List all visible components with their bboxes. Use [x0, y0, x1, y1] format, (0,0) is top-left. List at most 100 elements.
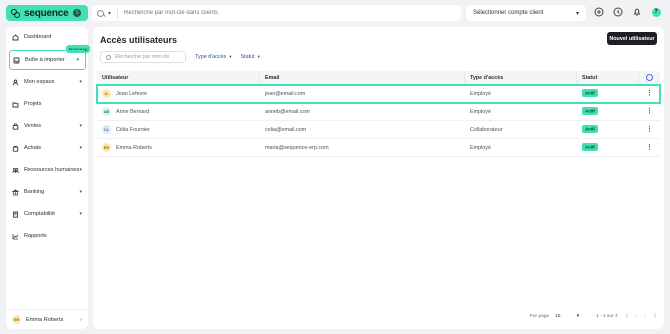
sidebar-item-label: Boîte à importer — [25, 57, 65, 63]
sidebar-item-sales[interactable]: Ventes ▾ — [6, 116, 88, 136]
sidebar-item-label: Ressources humaines — [24, 167, 80, 173]
avatar: ER — [102, 143, 111, 152]
bank-icon — [12, 189, 19, 196]
sidebar-item-my-space[interactable]: Mon espace ▾ — [6, 72, 88, 92]
search-icon — [106, 54, 111, 60]
sidebar-item-import-box[interactable]: Boîte à importer ▾ — [9, 50, 86, 70]
logo-mark-icon — [11, 8, 20, 18]
keyword-search-input[interactable]: Recherche par mot clé — [100, 51, 186, 63]
column-header-access-type[interactable]: Type d'accès — [465, 70, 577, 85]
sidebar-item-label: Comptabilité — [24, 211, 56, 217]
add-circle-icon[interactable] — [594, 7, 604, 17]
sidebar-item-label: Banking — [24, 189, 45, 195]
sidebar-item-purchases[interactable]: Achats ▾ — [6, 138, 88, 158]
sidebar-item-label: Achats — [24, 145, 42, 151]
table-row[interactable]: CL Célia Fournier celia@email.com Collabo… — [97, 121, 660, 139]
user-access-type: Employé — [470, 108, 491, 115]
question-mark-icon: ? — [651, 7, 661, 17]
inbox-icon — [13, 57, 20, 64]
new-user-button[interactable]: Nouvel utilisateur — [607, 32, 657, 45]
users-table: Utilisateur Email Type d'accès Statut JL… — [96, 70, 661, 157]
ledger-icon — [12, 211, 19, 218]
sidebar-item-human-resources[interactable]: Ressources humaines ▾ — [6, 160, 88, 180]
clock-icon[interactable] — [613, 7, 623, 17]
sidebar-item-dashboard[interactable]: Dashboard — [6, 27, 88, 47]
table-header: Utilisateur Email Type d'accès Statut — [97, 70, 660, 85]
top-icons: ? — [594, 7, 661, 17]
brand-badge[interactable]: S — [73, 9, 81, 17]
home-icon — [12, 33, 19, 41]
sidebar-item-reports[interactable]: Rapports — [6, 226, 88, 246]
column-header-user[interactable]: Utilisateur — [97, 70, 260, 85]
row-menu-icon[interactable]: ⋮ — [646, 144, 653, 151]
per-page-select[interactable]: 10 ▾ — [555, 314, 579, 319]
next-page-icon[interactable]: › — [644, 313, 646, 319]
sidebar-item-label: Projets — [24, 101, 42, 107]
prev-page-icon[interactable]: ‹ — [636, 313, 638, 319]
global-search-input[interactable] — [124, 10, 425, 16]
column-settings-button[interactable] — [639, 74, 660, 81]
avatar: AB — [102, 107, 111, 116]
client-account-select[interactable]: Sélectionner compte client ▾ — [466, 5, 586, 21]
user-icon — [12, 79, 19, 86]
table-row[interactable]: AB Anne Bernard anneb@email.com Employé A… — [97, 103, 660, 121]
chevron-down-icon: ▾ — [257, 54, 260, 59]
row-menu-icon[interactable]: ⋮ — [646, 126, 653, 133]
sidebar-item-projects[interactable]: Projets — [6, 94, 88, 114]
per-page-label: Par page — [529, 313, 550, 319]
chevron-down-icon: ▾ — [576, 313, 580, 319]
status-badge: Actif — [582, 143, 598, 151]
chevron-down-icon: ▾ — [79, 189, 82, 195]
first-page-icon[interactable]: |‹ — [626, 313, 629, 319]
user-name: Emma Roberts — [116, 144, 152, 151]
user-email: maria@sequence-erp.com — [265, 144, 329, 151]
chevron-down-icon: ▾ — [79, 79, 82, 85]
chevron-down-icon[interactable]: ▾ — [108, 10, 111, 17]
keyword-search-placeholder: Recherche par mot clé — [115, 54, 170, 60]
access-type-filter[interactable]: Type d'accès ▾ — [195, 54, 232, 60]
column-header-status[interactable]: Statut — [577, 70, 639, 85]
divider — [117, 8, 119, 18]
row-menu-icon[interactable]: ⋮ — [646, 108, 653, 115]
status-badge: Actif — [582, 89, 598, 97]
sidebar-item-label: Rapports — [24, 233, 47, 239]
sidebar: Dashboard Nouveau Boîte à importer ▾ Mon… — [6, 27, 91, 329]
per-page-value: 10 — [555, 313, 561, 319]
bell-icon[interactable] — [632, 7, 642, 17]
access-type-filter-label: Type d'accès — [195, 54, 227, 60]
sidebar-item-label: Mon espace — [24, 79, 55, 85]
client-select-label: Sélectionner compte client — [473, 10, 544, 16]
bag-icon — [12, 122, 19, 130]
column-header-email[interactable]: Email — [260, 70, 465, 85]
help-icon-button[interactable]: ? — [651, 7, 661, 17]
status-badge: Actif — [582, 107, 598, 115]
sidebar-item-label: Ventes — [24, 123, 42, 129]
pagination: Par page 10 ▾ 1 - 4 sur 4 |‹ ‹ › ›| — [530, 313, 656, 319]
sidebar-item-accounting[interactable]: Comptabilité ▾ — [6, 204, 88, 224]
current-user-name: Emma Roberts — [26, 316, 64, 323]
chevron-down-icon: ▾ — [79, 145, 82, 151]
search-icon — [97, 9, 104, 17]
row-menu-icon[interactable]: ⋮ — [646, 90, 653, 97]
chevron-down-icon: ▾ — [79, 123, 82, 129]
current-user[interactable]: ER Emma Roberts › — [6, 309, 88, 329]
status-filter[interactable]: Statut ▾ — [241, 54, 260, 60]
avatar: JL — [102, 89, 111, 98]
table-row[interactable]: ER Emma Roberts maria@sequence-erp.com Em… — [97, 139, 660, 157]
page-range: 1 - 4 sur 4 — [596, 313, 618, 319]
user-name: Anne Bernard — [116, 108, 150, 115]
user-access-type: Employé — [470, 90, 491, 97]
table-row[interactable]: JL Jean Lefevre jean@email.com Employé Ac… — [96, 84, 661, 104]
chevron-down-icon: ▾ — [79, 211, 82, 217]
global-search[interactable]: ▾ — [92, 5, 461, 21]
user-name: Célia Fournier — [116, 126, 150, 133]
last-page-icon[interactable]: ›| — [653, 313, 656, 319]
user-email: celia@email.com — [265, 126, 307, 133]
brand-logo[interactable]: sequence S — [6, 5, 88, 21]
page-title: Accès utilisateurs — [100, 35, 178, 45]
main-panel: Accès utilisateurs Nouvel utilisateur Re… — [93, 27, 664, 329]
sidebar-item-banking[interactable]: Banking ▾ — [6, 182, 88, 202]
status-filter-label: Statut — [240, 54, 255, 60]
user-access-type: Employé — [470, 144, 491, 151]
avatar: ER — [12, 315, 21, 324]
